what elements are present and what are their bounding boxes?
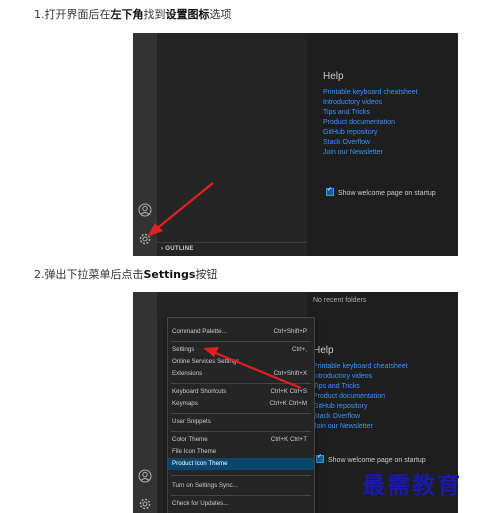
link-tips-and-tricks[interactable]: Tips and Tricks — [313, 382, 408, 392]
manage-dropdown-menu: Command Palette... Ctrl+Shift+P Settings C… — [167, 317, 315, 513]
help-heading: Help — [313, 345, 334, 356]
link-github-repository[interactable]: GitHub repository — [323, 128, 418, 138]
welcome-help-section: Help Printable keyboard cheatsheet Intro… — [313, 345, 408, 432]
step1-text: 1.打开界面后在 — [34, 8, 111, 21]
checkbox-checked-icon[interactable] — [326, 186, 334, 196]
gear-icon[interactable] — [138, 497, 152, 511]
account-icon[interactable] — [138, 469, 152, 483]
step2-text-end: 按钮 — [195, 268, 218, 281]
account-icon[interactable] — [138, 203, 152, 217]
side-bar — [157, 33, 307, 256]
menu-item-keyboard-shortcuts[interactable]: Keyboard Shortcuts Ctrl+K Ctrl+S — [168, 386, 314, 398]
link-github-repository[interactable]: GitHub repository — [313, 402, 408, 412]
activity-bar — [133, 33, 157, 256]
help-heading: Help — [323, 71, 344, 82]
link-introductory-videos[interactable]: Introductory videos — [323, 98, 418, 108]
welcome-help-section: Help Printable keyboard cheatsheet Intro… — [323, 71, 418, 158]
menu-separator — [171, 413, 311, 414]
menu-item-product-icon-theme[interactable]: Product Icon Theme — [168, 458, 314, 470]
outline-panel-header[interactable]: › OUTLINE — [157, 242, 307, 256]
watermark-logo: 最需教育 — [362, 472, 462, 499]
link-product-documentation[interactable]: Product documentation — [313, 392, 408, 402]
menu-item-command-palette[interactable]: Command Palette... Ctrl+Shift+P — [168, 326, 314, 338]
step1-bold-icon: 设置图标 — [165, 8, 210, 21]
step1-caption: 1.打开界面后在左下角找到设置图标选项 — [34, 8, 232, 22]
menu-item-color-theme[interactable]: Color Theme Ctrl+K Ctrl+T — [168, 434, 314, 446]
menu-separator — [171, 475, 311, 476]
link-keyboard-cheatsheet[interactable]: Printable keyboard cheatsheet — [323, 88, 418, 98]
link-tips-and-tricks[interactable]: Tips and Tricks — [323, 108, 418, 118]
activity-bar — [133, 292, 157, 513]
menu-item-keymaps[interactable]: Keymaps Ctrl+K Ctrl+M — [168, 398, 314, 410]
step2-caption: 2.弹出下拉菜单后点击Settings按钮 — [34, 268, 217, 282]
link-product-documentation[interactable]: Product documentation — [323, 118, 418, 128]
startup-checkbox[interactable]: Show welcome page on startup — [326, 186, 436, 197]
link-stack-overflow[interactable]: Stack Overflow — [323, 138, 418, 148]
gear-icon[interactable] — [138, 232, 152, 246]
startup-checkbox-label: Show welcome page on startup — [328, 457, 426, 464]
link-stack-overflow[interactable]: Stack Overflow — [313, 412, 408, 422]
step1-text-mid: 找到 — [143, 8, 166, 21]
chevron-right-icon: › — [161, 246, 164, 252]
menu-item-extensions[interactable]: Extensions Ctrl+Shift+X — [168, 368, 314, 380]
menu-item-settings[interactable]: Settings Ctrl+, — [168, 344, 314, 356]
step1-bold-location: 左下角 — [110, 8, 144, 21]
menu-item-user-snippets[interactable]: User Snippets — [168, 416, 314, 428]
menu-item-settings-sync[interactable]: Turn on Settings Sync... — [168, 480, 314, 492]
outline-label: OUTLINE — [165, 246, 194, 252]
link-keyboard-cheatsheet[interactable]: Printable keyboard cheatsheet — [313, 362, 408, 372]
menu-separator — [171, 383, 311, 384]
no-recent-folders-text: No recent folders — [313, 297, 367, 304]
step1-text-end: 选项 — [209, 8, 232, 21]
checkbox-checked-icon[interactable] — [316, 453, 324, 463]
screenshot-1: › OUTLINE Help Printable keyboard cheats… — [133, 33, 458, 256]
link-newsletter[interactable]: Join our Newsletter — [323, 148, 418, 158]
menu-separator — [171, 431, 311, 432]
step2-bold-settings: Settings — [143, 268, 196, 281]
menu-separator — [171, 341, 311, 342]
menu-item-online-services-settings[interactable]: Online Services Settings — [168, 356, 314, 368]
link-introductory-videos[interactable]: Introductory videos — [313, 372, 408, 382]
menu-item-check-for-updates[interactable]: Check for Updates... — [168, 498, 314, 510]
menu-item-file-icon-theme[interactable]: File Icon Theme — [168, 446, 314, 458]
menu-separator — [171, 495, 311, 496]
startup-checkbox-label: Show welcome page on startup — [338, 190, 436, 197]
step2-text: 2.弹出下拉菜单后点击 — [34, 268, 144, 281]
link-newsletter[interactable]: Join our Newsletter — [313, 422, 408, 432]
startup-checkbox[interactable]: Show welcome page on startup — [316, 453, 426, 464]
